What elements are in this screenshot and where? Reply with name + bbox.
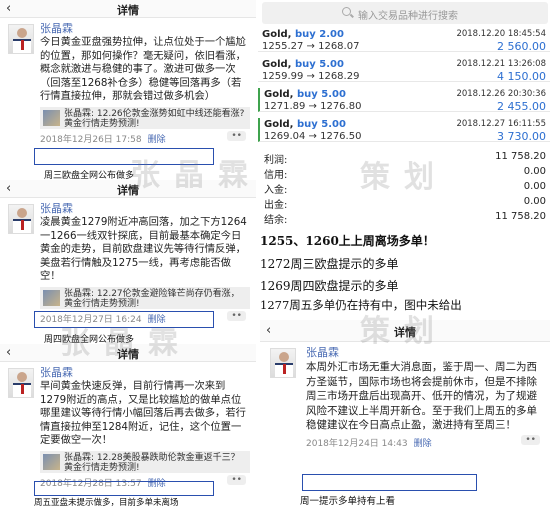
delete-button[interactable]: 删除 [414, 439, 432, 449]
trade-datetime: 2018.12.26 20:30:36 [456, 89, 546, 99]
author-name[interactable]: 张晶霖 [40, 202, 250, 216]
post-text: 凌晨黄金1279附近冲高回落，加之下方1264一1266一线双针探底，目前最基本… [40, 216, 247, 282]
post-date: 2018年12月24日 14:43 [306, 438, 408, 449]
delete-button[interactable]: 删除 [148, 135, 166, 145]
more-options-button[interactable]: •• [227, 130, 246, 141]
summary-value: 11 758.20 [495, 211, 546, 222]
trade-datetime: 2018.12.27 16:11:55 [456, 119, 546, 129]
nav-bar: ‹ 详情 [260, 320, 550, 342]
trade-datetime: 2018.12.20 18:45:54 [456, 29, 546, 39]
post-text: 今日黄金亚盘强势拉伸，让点位处于一个尴尬的位置，那如何操作？毫无疑问，依旧看涨，… [40, 36, 246, 102]
more-options-button[interactable]: •• [227, 474, 246, 485]
avatar[interactable] [8, 24, 34, 54]
summary-row: 入金: 0.00 [262, 181, 548, 196]
summary-row: 信用: 0.00 [262, 166, 548, 181]
post-meta: 2018年12月24日 14:43 删除 •• [306, 434, 544, 449]
author-name[interactable]: 张晶霖 [40, 366, 250, 380]
handwritten-note: 1277周五多单仍在持有中，图中未给出 [260, 298, 462, 312]
nav-title: 详情 [117, 348, 139, 361]
account-summary: 利润: 11 758.20 信用: 0.00 入金: 0.00 出金: 0.00 结余:… [262, 151, 548, 226]
trade-profit: 2 560.00 [497, 40, 546, 53]
summary-value: 0.00 [523, 181, 546, 192]
highlight-box [34, 311, 214, 328]
search-placeholder: 输入交易品种进行搜索 [358, 11, 458, 22]
avatar[interactable] [8, 368, 34, 398]
trade-prices: 1271.89 → 1276.80 [264, 101, 362, 112]
summary-row: 结余: 11 758.20 [262, 211, 548, 226]
search-input[interactable]: 输入交易品种进行搜索 [262, 2, 548, 24]
handwritten-note: 周一提示多单持有上看 [300, 496, 396, 507]
highlight-box [34, 148, 214, 165]
trade-datetime: 2018.12.21 13:26:08 [456, 59, 546, 69]
trade-action: buy 5.00 [296, 89, 346, 100]
nav-bar: ‹ 详情 [0, 344, 256, 362]
trade-profit: 4 150.00 [497, 70, 546, 83]
summary-row: 利润: 11 758.20 [262, 151, 548, 166]
trade-prices: 1259.99 → 1268.29 [262, 71, 360, 82]
nav-title: 详情 [117, 4, 139, 17]
trade-profit: 2 455.00 [497, 100, 546, 113]
avatar[interactable] [270, 348, 296, 378]
handwritten-note: 周五亚盘未提示做多，目前多单未离场 [34, 498, 179, 508]
post-panel-dec26: ‹ 详情 张晶霖 今日黄金亚盘强势拉伸，让点位处于一个尴尬的位置，那如何操作？毫… [0, 0, 256, 172]
trade-prices: 1255.27 → 1268.07 [262, 41, 360, 52]
quoted-article[interactable]: 张晶霖: 12.27伦敦金避险锋芒尚存仍看涨，黄金行情走势预测! [40, 286, 250, 309]
trade-symbol: Gold, [262, 29, 292, 40]
quoted-article-text: 张晶霖: 12.28美股暴跌助伦敦金重返千三？黄金行情走势预测! [64, 452, 240, 473]
summary-label: 结余: [264, 215, 288, 226]
quoted-article-text: 张晶霖: 12.26伦敦金涨势如虹中线还能看涨?黄金行情走势预测! [64, 108, 245, 129]
post-date: 2018年12月26日 17:58 [40, 134, 142, 145]
summary-value: 0.00 [523, 166, 546, 177]
author-name[interactable]: 张晶霖 [306, 346, 544, 360]
more-options-button[interactable]: •• [227, 310, 246, 321]
handwritten-note: 1255、1260上上周离场多单！ [260, 234, 435, 248]
summary-label: 出金: [264, 200, 288, 211]
nav-title: 详情 [117, 184, 139, 197]
summary-label: 入金: [264, 185, 288, 196]
summary-value: 0.00 [523, 196, 546, 207]
summary-label: 利润: [264, 155, 288, 166]
trade-symbol: Gold, [264, 89, 294, 100]
nav-bar: ‹ 详情 [0, 0, 256, 18]
nav-title: 详情 [394, 326, 416, 339]
trade-symbol: Gold, [262, 59, 292, 70]
article-thumbnail [43, 453, 60, 470]
post-meta: 2018年12月26日 17:58 删除 •• [40, 130, 250, 145]
trade-profit: 3 730.00 [497, 130, 546, 143]
summary-label: 信用: [264, 170, 288, 181]
quoted-article-text: 张晶霖: 12.27伦敦金避险锋芒尚存仍看涨，黄金行情走势预测! [64, 288, 240, 309]
trade-action: buy 2.00 [294, 29, 344, 40]
quoted-article[interactable]: 张晶霖: 12.26伦敦金涨势如虹中线还能看涨?黄金行情走势预测! [40, 106, 250, 129]
article-thumbnail [43, 109, 60, 126]
author-name[interactable]: 张晶霖 [40, 22, 250, 36]
article-thumbnail [43, 289, 60, 306]
quoted-article[interactable]: 张晶霖: 12.28美股暴跌助伦敦金重返千三？黄金行情走势预测! [40, 450, 250, 473]
post: 张晶霖 凌晨黄金1279附近冲高回落，加之下方1264一1266一线双针探底，目… [0, 198, 256, 325]
trade-row[interactable]: Gold, buy 5.00 1271.89 → 1276.80 2018.12… [258, 88, 550, 113]
avatar[interactable] [8, 204, 34, 234]
post: 张晶霖 今日黄金亚盘强势拉伸，让点位处于一个尴尬的位置，那如何操作？毫无疑问，依… [0, 18, 256, 145]
trade-symbol: Gold, [264, 119, 294, 130]
trade-row[interactable]: Gold, buy 5.00 1269.04 → 1276.50 2018.12… [258, 118, 550, 143]
handwritten-note: 1272周三欧盘提示的多单 [260, 257, 399, 271]
summary-row: 出金: 0.00 [262, 196, 548, 211]
post-text: 本周外汇市场无重大消息面，鉴于周一、周二为西方圣诞节，国际市场也将会提前休市，但… [306, 361, 537, 431]
highlight-box [34, 481, 214, 496]
trade-row[interactable]: Gold, buy 5.00 1259.99 → 1268.29 2018.12… [258, 58, 550, 83]
handwritten-note: 1269周四欧盘提示的多单 [260, 279, 399, 293]
post-panel-dec28: ‹ 详情 张晶霖 早间黄金快速反弹，目前行情再一次来到1279附近的高点，又是比… [0, 344, 256, 494]
search-icon [342, 7, 351, 16]
highlight-box [302, 474, 477, 491]
trade-row[interactable]: Gold, buy 2.00 1255.27 → 1268.07 2018.12… [258, 28, 550, 53]
trade-action: buy 5.00 [294, 59, 344, 70]
more-options-button[interactable]: •• [521, 434, 540, 445]
post: 张晶霖 本周外汇市场无重大消息面，鉴于周一、周二为西方圣诞节，国际市场也将会提前… [260, 342, 550, 449]
nav-bar: ‹ 详情 [0, 180, 256, 198]
post-text: 早间黄金快速反弹，目前行情再一次来到1279附近的高点，又是比较尴尬的做单点位哪… [40, 380, 246, 446]
post: 张晶霖 早间黄金快速反弹，目前行情再一次来到1279附近的高点，又是比较尴尬的做… [0, 362, 256, 489]
post-panel-dec24: ‹ 详情 张晶霖 本周外汇市场无重大消息面，鉴于周一、周二为西方圣诞节，国际市场… [260, 320, 550, 490]
trade-action: buy 5.00 [296, 119, 346, 130]
trade-prices: 1269.04 → 1276.50 [264, 131, 362, 142]
summary-value: 11 758.20 [495, 151, 546, 162]
